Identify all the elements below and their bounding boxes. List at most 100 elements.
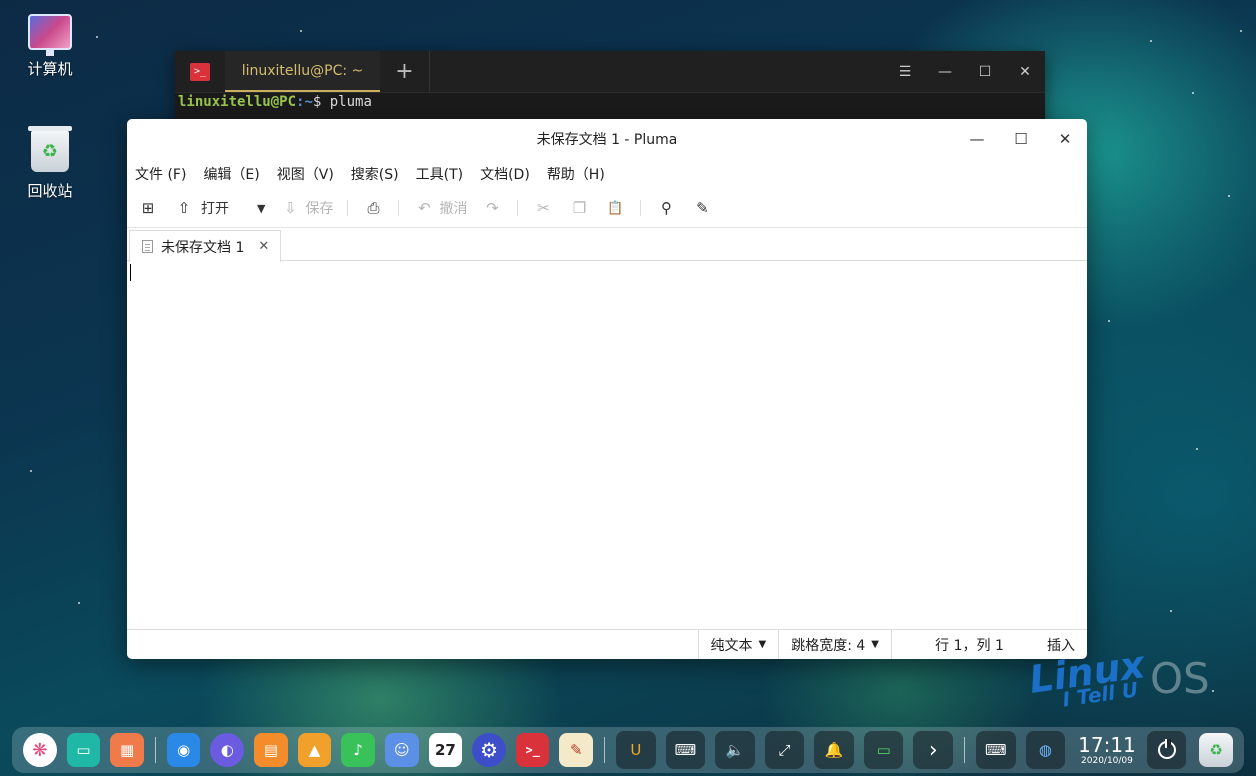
tab-width-dropdown[interactable]: 跳格宽度: 4 ▼: [778, 629, 892, 659]
cut-button[interactable]: ✂: [532, 199, 554, 217]
replace-icon: ✎: [696, 199, 709, 217]
save-button[interactable]: ⇩ 保存: [279, 198, 333, 218]
new-document-button[interactable]: ⊞: [137, 199, 159, 217]
document-tab-label: 未保存文档 1: [161, 239, 245, 256]
replace-button[interactable]: ✎: [691, 199, 713, 217]
copy-button[interactable]: ❐: [568, 199, 590, 217]
desktop-icon-label: 回收站: [27, 182, 73, 200]
toolbar: ⊞ ⇧ 打开 ▼ ⇩ 保存 ⎙ ↶ 撤消 ↷ ✂ ❐ 📋 ⚲ ✎: [127, 189, 1087, 227]
contacts-icon[interactable]: ☺: [384, 733, 419, 767]
print-button[interactable]: ⎙: [362, 199, 384, 217]
weather-icon[interactable]: ◍: [1025, 731, 1066, 769]
network-icon[interactable]: ⤢: [764, 731, 805, 769]
open-icon: ⇧: [177, 199, 191, 217]
menu-tools[interactable]: 工具(T): [416, 164, 463, 184]
tab-width-label: 跳格宽度: 4: [791, 637, 866, 654]
pluma-window[interactable]: 未保存文档 1 - Pluma — ☐ ✕ 文件 (F) 编辑（E) 视图（V)…: [127, 119, 1087, 659]
watermark-os: OS: [1150, 654, 1210, 703]
terminal-close-button[interactable]: ✕: [1005, 51, 1045, 92]
undo-button[interactable]: ↶ 撤消: [413, 198, 467, 218]
prompt-command: pluma: [329, 94, 372, 110]
document-tab[interactable]: 未保存文档 1 ✕: [129, 230, 281, 262]
redo-button[interactable]: ↷: [481, 199, 503, 217]
paste-icon: 📋: [607, 200, 624, 216]
notification-icon[interactable]: 🔔: [814, 731, 854, 769]
settings-icon[interactable]: ⚙: [472, 733, 506, 767]
volume-icon[interactable]: 🔈: [715, 731, 755, 769]
syntax-highlight-dropdown[interactable]: 纯文本 ▼: [697, 629, 779, 659]
input-method-icon[interactable]: U: [616, 731, 656, 769]
tab-close-button[interactable]: ✕: [258, 239, 269, 254]
menu-documents[interactable]: 文档(D): [480, 164, 530, 184]
chevron-down-icon: ▼: [257, 201, 266, 215]
music-icon[interactable]: ♪: [341, 733, 375, 767]
dock-separator: [604, 737, 606, 763]
software-center-icon[interactable]: ▤: [254, 733, 288, 767]
prompt-user: linuxitellu@PC: [178, 94, 297, 110]
dock-separator: [154, 737, 156, 763]
terminal-tab[interactable]: linuxitellu@PC: ~: [225, 51, 380, 92]
terminal-app-icon[interactable]: >_: [515, 733, 550, 767]
power-icon: [1157, 739, 1176, 759]
terminal-logo: >_: [175, 51, 225, 92]
clock[interactable]: 17:11 2020/10/09: [1078, 734, 1136, 766]
clock-time: 17:11: [1078, 733, 1136, 757]
maximize-button[interactable]: ☐: [999, 119, 1043, 159]
text-editor-icon[interactable]: ✎: [559, 733, 594, 767]
keyboard-icon[interactable]: ⌨: [665, 731, 706, 769]
copy-icon: ❐: [572, 199, 587, 217]
desktop-icon-computer[interactable]: 计算机: [10, 14, 90, 79]
text-cursor: [130, 264, 131, 281]
pluma-titlebar: 未保存文档 1 - Pluma — ☐ ✕: [127, 119, 1087, 159]
menu-file[interactable]: 文件 (F): [135, 164, 186, 184]
browser-icon[interactable]: ◐: [210, 733, 245, 767]
menu-view[interactable]: 视图（V): [277, 164, 334, 184]
app-store-icon[interactable]: ▦: [110, 733, 144, 767]
trash-dock-icon[interactable]: ♻: [1199, 733, 1233, 767]
expand-tray-icon[interactable]: ›: [913, 731, 954, 769]
dock-separator: [964, 737, 966, 763]
menu-search[interactable]: 搜索(S): [351, 164, 399, 184]
terminal-minimize-button[interactable]: —: [925, 51, 965, 92]
terminal-menu-button[interactable]: ☰: [885, 51, 925, 92]
print-icon: ⎙: [367, 199, 380, 217]
toolbar-separator: [347, 200, 349, 216]
prompt-path: :~: [296, 94, 313, 110]
menu-help[interactable]: 帮助（H): [547, 164, 605, 184]
toolbar-separator: [398, 200, 400, 216]
search-button[interactable]: ⚲: [655, 199, 677, 217]
new-tab-button[interactable]: +: [380, 51, 430, 92]
cursor-position: 行 1，列 1: [935, 637, 1004, 654]
calendar-icon[interactable]: 27: [428, 733, 463, 767]
store-icon[interactable]: ◉: [166, 733, 201, 767]
cut-icon: ✂: [537, 199, 550, 217]
minimize-button[interactable]: —: [955, 119, 999, 159]
launcher-button[interactable]: ❋: [23, 733, 57, 767]
redo-icon: ↷: [486, 199, 499, 217]
close-button[interactable]: ✕: [1043, 119, 1087, 159]
menu-edit[interactable]: 编辑（E): [203, 164, 259, 184]
window-title: 未保存文档 1 - Pluma: [536, 132, 678, 148]
paste-button[interactable]: 📋: [604, 201, 626, 216]
terminal-icon: >_: [190, 62, 210, 81]
virtual-keyboard-icon[interactable]: ⌨: [976, 731, 1016, 769]
open-button[interactable]: ⇧ 打开: [173, 198, 229, 218]
terminal-prompt-line[interactable]: linuxitellu@PC:~$ pluma: [175, 93, 1045, 111]
toolbar-separator: [640, 200, 642, 216]
open-recent-dropdown[interactable]: ▼: [257, 202, 265, 215]
chevron-down-icon: ▼: [871, 639, 879, 650]
battery-icon[interactable]: ▭: [863, 731, 904, 769]
recycle-bin-icon: ♻: [28, 126, 72, 172]
text-editor-area[interactable]: [127, 262, 1087, 629]
desktop-icon-trash[interactable]: ♻ 回收站: [10, 126, 90, 201]
computer-icon: [28, 14, 72, 56]
file-manager-icon[interactable]: ▭: [66, 733, 101, 767]
terminal-titlebar: >_ linuxitellu@PC: ~ + ☰ — ☐ ✕: [175, 51, 1045, 93]
search-icon: ⚲: [660, 199, 672, 217]
chevron-down-icon: ▼: [758, 639, 767, 650]
power-button[interactable]: [1146, 731, 1187, 769]
taskbar-dock: ❋ ▭ ▦ ◉ ◐ ▤ ▲ ♪ ☺ 27 ⚙ >_ ✎ U ⌨ 🔈 ⤢ 🔔 ▭ …: [12, 727, 1244, 773]
undo-icon: ↶: [418, 199, 431, 217]
photos-icon[interactable]: ▲: [297, 733, 332, 767]
terminal-maximize-button[interactable]: ☐: [965, 51, 1005, 92]
